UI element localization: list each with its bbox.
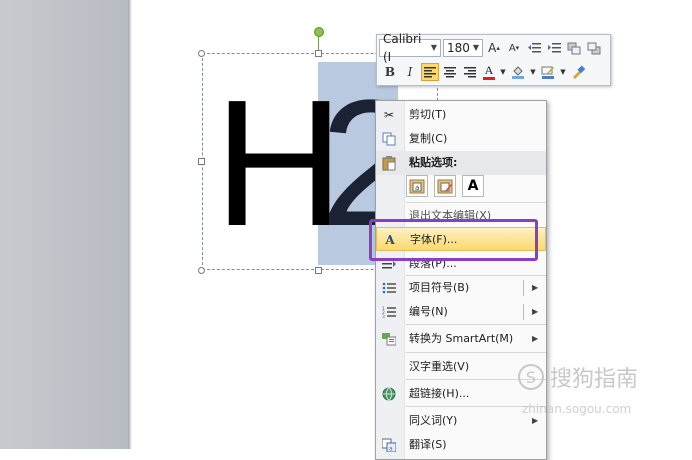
smartart-icon — [381, 331, 397, 347]
fill-color-dropdown[interactable]: ▼ — [529, 63, 537, 81]
paste-use-destination-theme-button[interactable]: a — [406, 175, 428, 197]
italic-button[interactable]: I — [401, 63, 419, 81]
menu-item-bullets[interactable]: 项目符号(B) ▶ — [376, 276, 546, 300]
watermark: S 搜狗指南 — [518, 362, 688, 392]
paste-keep-source-formatting-button[interactable] — [434, 175, 456, 197]
resize-handle-top[interactable] — [315, 50, 322, 57]
font-color-swatch — [483, 76, 495, 80]
shrink-font-button[interactable]: A ▾ — [505, 39, 523, 57]
watermark-text: 搜狗指南 — [550, 367, 639, 392]
hyperlink-globe-icon — [381, 386, 397, 402]
menu-item-label: 转换为 SmartArt(M) — [409, 332, 514, 345]
submenu-arrow-icon[interactable]: ▶ — [532, 300, 538, 324]
paste-keep-text-only-button[interactable]: A — [462, 175, 484, 197]
chevron-down-icon: ▼ — [472, 43, 480, 52]
align-center-button[interactable] — [441, 63, 459, 81]
bring-forward-button[interactable] — [565, 39, 583, 57]
resize-handle-top-left[interactable] — [198, 50, 205, 57]
menu-item-label: 粘贴选项: — [409, 156, 458, 169]
grow-font-button[interactable]: A ▴ — [485, 39, 503, 57]
align-right-icon — [464, 67, 476, 78]
font-color-dropdown[interactable]: ▼ — [499, 63, 507, 81]
translate-icon: a — [381, 437, 397, 453]
chevron-down-icon: ▼ — [430, 43, 437, 52]
submenu-arrow-icon[interactable]: ▶ — [532, 276, 538, 300]
font-name-combo[interactable]: Calibri (I ▼ — [379, 32, 441, 64]
paint-bucket-icon — [512, 66, 524, 79]
increase-indent-button[interactable] — [545, 39, 563, 57]
decrease-indent-button[interactable] — [525, 39, 543, 57]
bring-forward-icon — [567, 42, 581, 54]
menu-separator — [406, 352, 546, 353]
split-divider — [523, 304, 524, 320]
resize-handle-bottom-left[interactable] — [198, 267, 205, 274]
sogou-logo-icon: S — [518, 364, 544, 390]
menu-item-label: 汉字重选(V) — [409, 360, 470, 373]
menu-item-synonyms[interactable]: 同义词(Y) ▶ — [376, 409, 546, 433]
font-size-value: 180 — [447, 41, 470, 55]
rotation-handle[interactable] — [314, 27, 324, 37]
paste-text-only-icon: A — [467, 178, 479, 194]
format-painter-icon — [573, 65, 585, 79]
watermark-url: zhinan.sogou.com — [522, 402, 632, 416]
numbering-icon: 123 — [381, 304, 397, 320]
decrease-indent-icon — [528, 43, 541, 53]
slide-thumbnail-pane[interactable] — [0, 0, 128, 449]
format-painter-button[interactable] — [569, 63, 587, 81]
font-color-button[interactable]: A — [481, 63, 497, 81]
fill-color-button[interactable] — [509, 63, 527, 81]
svg-text:a: a — [415, 184, 419, 192]
menu-separator — [406, 202, 546, 203]
highlight-annotation-box — [369, 219, 538, 261]
bullets-icon — [381, 280, 397, 296]
align-right-button[interactable] — [461, 63, 479, 81]
bold-button[interactable]: B — [381, 63, 399, 81]
submenu-arrow-icon: ▶ — [532, 334, 539, 343]
align-center-icon — [444, 67, 456, 78]
menu-item-convert-smartart[interactable]: 转换为 SmartArt(M) ▶ — [376, 327, 546, 351]
menu-item-label: 编号(N) — [409, 305, 448, 318]
menu-item-translate[interactable]: a 翻译(S) — [376, 433, 546, 457]
mini-toolbar: Calibri (I ▼ 180 ▼ A ▴ A ▾ B I A ▼ ▼ ▼ — [376, 32, 611, 86]
send-backward-icon — [587, 42, 601, 54]
menu-item-label: 复制(C) — [409, 132, 448, 145]
menu-item-label: 同义词(Y) — [409, 414, 458, 427]
split-divider — [523, 280, 524, 296]
menu-item-label: 超链接(H)... — [409, 387, 470, 400]
menu-item-label: 剪切(T) — [409, 108, 447, 121]
align-left-icon — [424, 67, 436, 78]
scissors-icon: ✂ — [383, 108, 395, 122]
copy-icon — [381, 131, 397, 147]
outline-color-dropdown[interactable]: ▼ — [559, 63, 567, 81]
align-left-button[interactable] — [421, 63, 439, 81]
outline-color-button[interactable] — [539, 63, 557, 81]
menu-item-cut[interactable]: ✂ 剪切(T) — [376, 103, 546, 127]
menu-item-label: 翻译(S) — [409, 438, 447, 451]
menu-item-copy[interactable]: 复制(C) — [376, 127, 546, 151]
menu-item-numbering[interactable]: 123 编号(N) ▶ — [376, 300, 546, 324]
send-backward-button[interactable] — [585, 39, 603, 57]
menu-item-label: 项目符号(B) — [409, 281, 470, 294]
resize-handle-bottom[interactable] — [315, 267, 322, 274]
menu-header-paste-options: 粘贴选项: — [376, 151, 546, 175]
font-color-letter: A — [484, 62, 494, 77]
shrink-font-icon: A — [508, 42, 516, 54]
resize-handle-left[interactable] — [198, 158, 205, 165]
pen-outline-icon — [541, 66, 554, 79]
paste-keep-format-icon — [437, 179, 453, 194]
clipboard-icon — [381, 155, 397, 171]
font-size-combo[interactable]: 180 ▼ — [443, 39, 483, 57]
grow-font-icon: A — [488, 41, 497, 55]
menu-separator — [406, 324, 546, 325]
increase-indent-icon — [548, 43, 561, 53]
paste-theme-icon: a — [409, 179, 425, 194]
svg-text:3: 3 — [382, 314, 385, 318]
